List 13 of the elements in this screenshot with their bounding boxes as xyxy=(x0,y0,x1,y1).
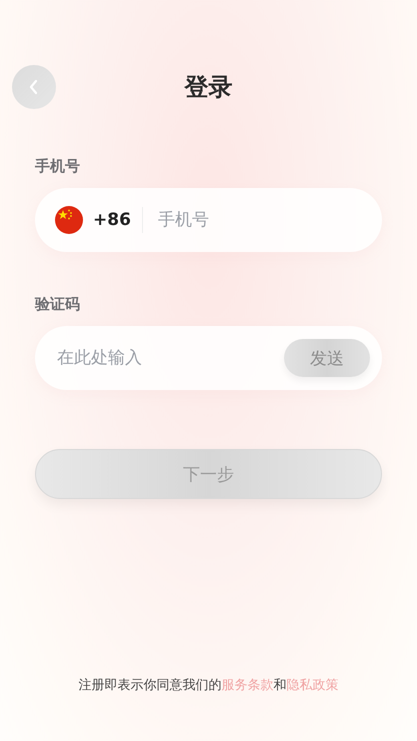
back-button[interactable] xyxy=(12,65,56,109)
send-button[interactable]: 发送 xyxy=(284,339,370,377)
privacy-link[interactable]: 隐私政策 xyxy=(286,678,338,693)
code-field[interactable]: 在此处输入 发送 xyxy=(35,326,382,390)
field-label: 手机号 xyxy=(35,157,81,176)
country-code[interactable]: +86 xyxy=(93,207,143,233)
flag-icon xyxy=(55,206,83,234)
phone-field[interactable]: +86 手机号 xyxy=(35,188,382,252)
terms-notice: 注册即表示你同意我们的服务条款和隐私政策 xyxy=(78,677,340,694)
field-label: 验证码 xyxy=(35,295,81,314)
page-title: 登录 xyxy=(184,72,232,103)
chevron-left-icon xyxy=(28,79,40,95)
terms-link[interactable]: 服务条款 xyxy=(222,678,274,693)
